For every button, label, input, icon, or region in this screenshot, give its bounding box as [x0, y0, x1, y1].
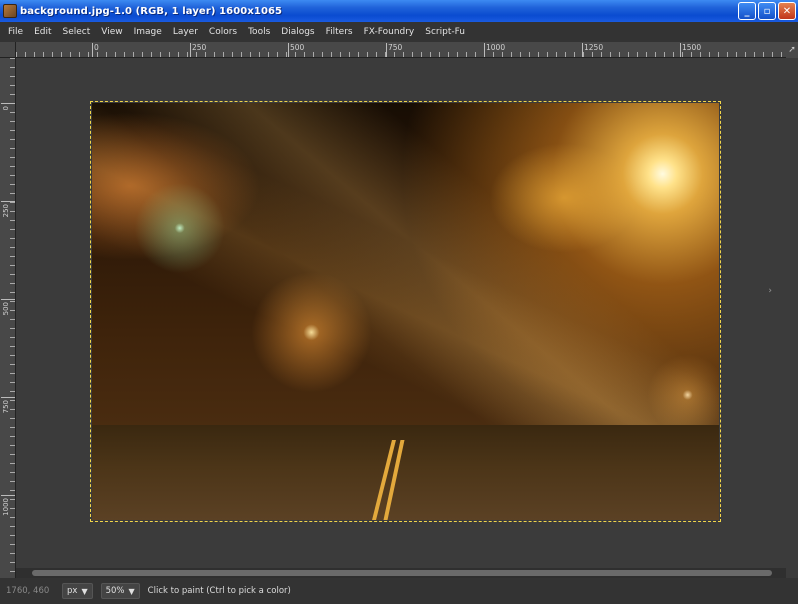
menu-dialogs[interactable]: Dialogs: [281, 27, 314, 37]
unit-selector[interactable]: px ▼: [62, 583, 93, 599]
menu-image[interactable]: Image: [134, 27, 162, 37]
ruler-major-tick: [484, 43, 485, 57]
ruler-major-tick: [386, 43, 387, 57]
menu-tools[interactable]: Tools: [248, 27, 270, 37]
status-bar: 1760, 460 px ▼ 50% ▼ Click to paint (Ctr…: [0, 578, 798, 604]
ruler-label: 0: [94, 43, 99, 52]
menu-view[interactable]: View: [101, 27, 122, 37]
menu-file[interactable]: File: [8, 27, 23, 37]
ruler-label: 250: [192, 43, 207, 52]
ruler-major-tick: [1, 495, 15, 496]
ruler-ticks: [16, 52, 786, 57]
ruler-label: 250: [2, 204, 10, 218]
canvas-edge-marker: ›: [768, 286, 772, 296]
close-button[interactable]: ✕: [778, 2, 796, 20]
ruler-major-tick: [582, 43, 583, 57]
menu-edit[interactable]: Edit: [34, 27, 51, 37]
scrollbar-thumb[interactable]: [32, 570, 772, 576]
ruler-label: 1000: [486, 43, 506, 52]
navigate-icon[interactable]: ➚: [786, 42, 798, 58]
pointer-coordinates: 1760, 460: [6, 586, 50, 596]
menu-fx-foundry[interactable]: FX-Foundry: [364, 27, 415, 37]
menu-script-fu[interactable]: Script-Fu: [425, 27, 465, 37]
window-title: background.jpg-1.0 (RGB, 1 layer) 1600x1…: [20, 5, 283, 17]
ruler-ticks: [10, 58, 15, 578]
ruler-major-tick: [1, 397, 15, 398]
zoom-selector[interactable]: 50% ▼: [100, 583, 140, 599]
ruler-label: 1000: [2, 498, 10, 516]
minimize-button[interactable]: _: [738, 2, 756, 20]
vertical-scrollbar[interactable]: [786, 58, 798, 568]
menu-colors[interactable]: Colors: [209, 27, 237, 37]
ruler-major-tick: [1, 103, 15, 104]
ruler-label: 500: [2, 302, 10, 316]
title-bar: background.jpg-1.0 (RGB, 1 layer) 1600x1…: [0, 0, 798, 22]
ruler-major-tick: [288, 43, 289, 57]
ruler-major-tick: [1, 299, 15, 300]
vertical-ruler[interactable]: 0 250 500 750 1000: [0, 58, 16, 578]
gimp-icon: [3, 4, 17, 18]
menu-filters[interactable]: Filters: [326, 27, 353, 37]
chevron-down-icon: ▼: [128, 586, 135, 596]
ruler-label: 750: [2, 400, 10, 414]
road: [92, 425, 719, 520]
status-message: Click to paint (Ctrl to pick a color): [147, 586, 291, 596]
ruler-label: 0: [2, 106, 10, 111]
menu-layer[interactable]: Layer: [173, 27, 198, 37]
ruler-major-tick: [92, 43, 93, 57]
horizontal-scrollbar[interactable]: [16, 568, 786, 578]
maximize-button[interactable]: ▫: [758, 2, 776, 20]
ruler-corner[interactable]: [0, 42, 16, 58]
tree-foliage: [489, 143, 639, 253]
horizontal-ruler[interactable]: 0 250 500 750 1000 1250 1500: [16, 42, 786, 58]
window-controls: _ ▫ ✕: [738, 2, 796, 20]
ruler-label: 1500: [682, 43, 702, 52]
ruler-major-tick: [190, 43, 191, 57]
road-center-line: [383, 440, 405, 520]
chevron-down-icon: ▼: [81, 586, 88, 596]
zoom-value: 50%: [105, 586, 125, 596]
ruler-major-tick: [680, 43, 681, 57]
image-layer[interactable]: [90, 101, 721, 522]
ruler-label: 1250: [584, 43, 604, 52]
image-canvas[interactable]: ›: [16, 58, 788, 568]
menu-select[interactable]: Select: [63, 27, 91, 37]
unit-value: px: [67, 586, 78, 596]
menu-bar: File Edit Select View Image Layer Colors…: [0, 22, 798, 42]
ruler-label: 500: [290, 43, 305, 52]
ruler-major-tick: [1, 201, 15, 202]
ruler-label: 750: [388, 43, 403, 52]
